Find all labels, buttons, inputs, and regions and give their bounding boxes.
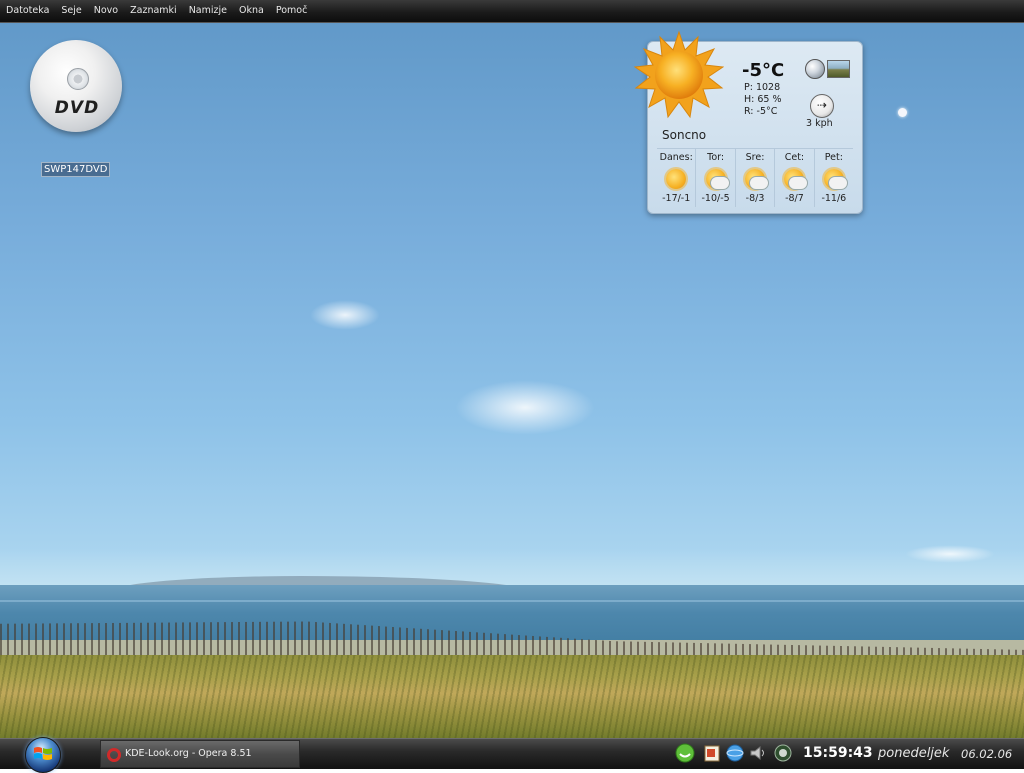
cloud-shape [749,176,770,190]
pressure-value: P: 1028 [744,82,781,93]
cloud-shape [709,176,730,190]
forecast-day: Danes: -17/-1 [657,149,697,207]
globe-icon[interactable] [725,743,745,763]
forecast-day-name: Tor: [707,152,725,163]
menu-pomoc[interactable]: Pomoč [270,0,314,22]
forecast-day-temps: -8/3 [745,193,765,204]
menu-datoteka[interactable]: Datoteka [0,0,55,22]
forecast-strip: Danes: -17/-1 Tor: -10/-5 Sre: -8/3 Cet:… [657,148,853,207]
opera-icon [107,748,121,762]
menu-bar: Datoteka Seje Novo Zaznamki Namizje Okna… [0,0,1024,23]
dvd-hole [67,68,89,90]
desktop-icon-label[interactable]: SWP147DVD [41,162,111,177]
weather-widget[interactable]: -5°C P: 1028 H: 65 % R: -5°C ⇢ 3 kph Son… [634,30,863,214]
taskbar-window-title: KDE-Look.org - Opera 8.51 [125,748,252,759]
dvd-icon: DVD [30,40,122,132]
menu-namizje[interactable]: Namizje [183,0,233,22]
satellite-image-icon[interactable] [827,60,850,78]
partly-cloudy-icon [702,166,730,192]
cloud [455,380,595,435]
taskbar: KDE-Look.org - Opera 8.51 15:59:43 poned… [0,736,1024,773]
partly-cloudy-icon [780,166,809,192]
sea-line [0,600,1024,602]
menu-zaznamki[interactable]: Zaznamki [124,0,183,22]
partly-cloudy-icon [741,166,770,192]
globe-icon[interactable] [805,59,825,79]
forecast-day-name: Sre: [745,152,765,163]
date: 06.02.06 [961,747,1013,761]
desktop-wallpaper [0,0,1024,768]
network-icon[interactable] [675,743,695,763]
dvd-logo-text: DVD [54,98,100,118]
menu-novo[interactable]: Novo [88,0,124,22]
update-icon[interactable] [773,743,793,763]
forecast-day: Tor: -10/-5 [696,149,736,207]
clock[interactable]: 15:59:43 [803,745,873,761]
cloud-shape [788,176,809,190]
current-temperature: -5°C [742,60,785,81]
forecast-day: Cet: -8/7 [775,149,815,207]
wind-speed: 3 kph [806,118,833,129]
forecast-day-temps: -11/6 [821,193,847,204]
partly-cloudy-icon [820,166,848,192]
volume-icon[interactable] [748,743,768,763]
forecast-day-name: Pet: [824,152,843,163]
moon [898,108,907,117]
grass-texture [0,655,1024,740]
humidity-value: H: 65 % [744,94,782,105]
forecast-day-name: Cet: [784,152,805,163]
forecast-day-temps: -17/-1 [662,193,691,204]
forecast-day-temps: -10/-5 [701,193,730,204]
forecast-day: Pet: -11/6 [815,149,853,207]
taskbar-window-opera[interactable]: KDE-Look.org - Opera 8.51 [100,740,300,768]
start-button[interactable] [22,736,62,773]
forecast-day-temps: -8/7 [785,193,804,204]
clipboard-icon[interactable] [702,743,722,763]
sun-icon [662,166,690,192]
sun-icon [634,30,724,119]
forecast-day-name: Danes: [659,152,693,163]
windows-logo-icon [34,747,52,760]
sun-shape [666,169,687,189]
menu-seje[interactable]: Seje [55,0,87,22]
forecast-day: Sre: -8/3 [736,149,776,207]
feels-like-value: R: -5°C [744,106,778,117]
weather-condition: Soncno [662,128,707,142]
menu-okna[interactable]: Okna [233,0,270,22]
cloud [310,300,380,330]
cloud-shape [827,176,848,190]
day-name: ponedeljek [878,746,950,761]
wind-direction-icon: ⇢ [810,94,834,118]
